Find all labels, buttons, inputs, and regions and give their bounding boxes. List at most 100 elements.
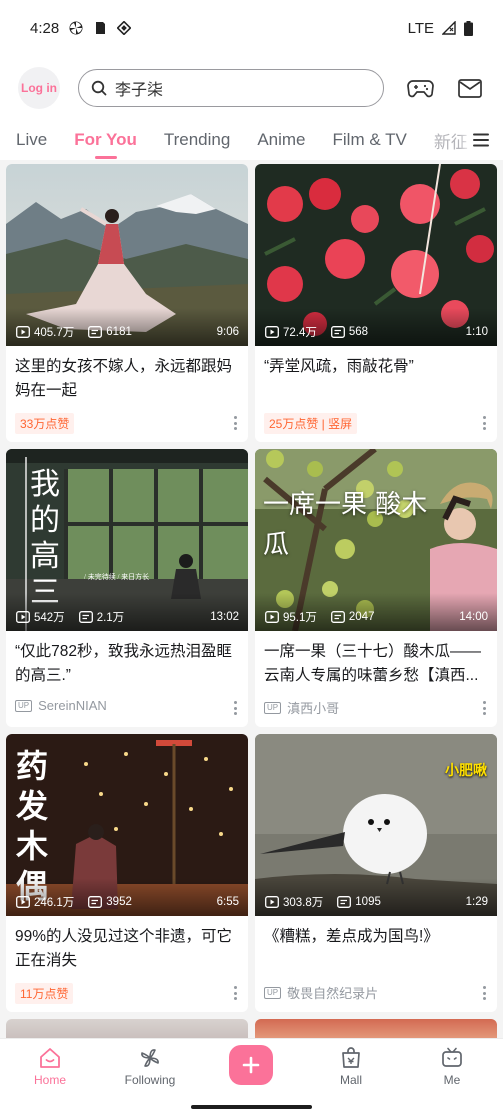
video-thumbnail[interactable]: 小肥啾 303.8万 1095 1:29	[255, 734, 497, 916]
play-count-icon	[265, 896, 279, 908]
nav-following[interactable]: Following	[115, 1047, 185, 1087]
video-title[interactable]: 一席一果（三十七）酸木瓜——云南人专属的味蕾乡愁【滇西...	[264, 640, 488, 688]
video-thumbnail[interactable]: 药发木偶 246.1万 3952 6:55	[6, 734, 248, 916]
video-stats: 405.7万 6181 9:06	[16, 324, 239, 340]
video-duration: 14:00	[459, 611, 488, 623]
search-input[interactable]: 李子柒	[78, 69, 384, 107]
comment-count: 2.1万	[96, 612, 125, 624]
nav-me[interactable]: Me	[417, 1047, 487, 1087]
video-duration: 9:06	[216, 326, 239, 338]
comment-count: 2047	[348, 611, 375, 623]
data-saver-icon	[117, 21, 132, 35]
video-thumbnail[interactable]: / 未完待续 / 来日方长 我的高三 542万 2.1万 13:02	[6, 449, 248, 631]
nav-mall[interactable]: Mall	[316, 1047, 386, 1087]
video-card[interactable]: 药发木偶 246.1万 3952 6:55 99%的人没见过这个非遗，可它正在消…	[6, 734, 248, 1012]
sd-card-icon	[96, 22, 106, 34]
comment-count: 3952	[106, 896, 132, 908]
thumbnail-overlay-text: 小肥啾	[445, 762, 487, 778]
video-duration: 6:55	[216, 896, 239, 908]
status-bar: 4:28 LTE	[0, 0, 503, 56]
video-duration: 1:29	[465, 896, 488, 908]
video-card-peek[interactable]	[6, 1019, 248, 1039]
danmaku-icon	[337, 896, 352, 908]
tab-for-you[interactable]: For You	[74, 130, 137, 150]
likes-badge: 33万点赞	[15, 413, 75, 434]
danmaku-icon	[88, 326, 103, 338]
danmaku-icon	[330, 326, 345, 338]
more-options-button[interactable]	[234, 701, 238, 715]
view-count: 246.1万	[34, 897, 75, 909]
tab-film-tv[interactable]: Film & TV	[333, 130, 407, 150]
gesture-bar[interactable]	[191, 1105, 312, 1109]
up-tag: UP	[264, 701, 282, 714]
more-options-button[interactable]	[234, 416, 238, 430]
video-card[interactable]: 405.7万 6181 9:06 这里的女孩不嫁人，永远都跟妈妈在一起 33万点…	[6, 164, 248, 442]
comment-count: 1095	[355, 896, 381, 908]
search-icon	[91, 80, 107, 96]
video-stats: 246.1万 3952 6:55	[16, 894, 239, 910]
video-card[interactable]: 72.4万 568 1:10 “弄堂风疏，雨敲花骨” 25万点赞 | 竖屏	[255, 164, 497, 442]
plus-icon	[242, 1056, 260, 1074]
nav-me-label: Me	[443, 1073, 461, 1087]
channel-menu-button[interactable]	[459, 120, 503, 160]
video-duration: 13:02	[210, 611, 239, 623]
tab-live[interactable]: Live	[16, 130, 47, 150]
thumbnail-overlay-text: 一席一果 酸木瓜	[263, 490, 428, 560]
home-icon	[40, 1048, 60, 1068]
tab-anime[interactable]: Anime	[257, 130, 305, 150]
signal-icon	[442, 21, 456, 35]
view-count: 72.4万	[283, 327, 317, 339]
uploader-name: SereinNIAN	[38, 698, 107, 713]
nav-home-label: Home	[33, 1073, 66, 1087]
mail-icon	[458, 78, 482, 98]
search-query: 李子柒	[115, 82, 164, 99]
play-count-icon	[265, 326, 279, 338]
uploader-name: 滇西小哥	[287, 701, 340, 716]
pinwheel-icon	[69, 21, 83, 35]
play-count-icon	[265, 611, 279, 623]
thumbnail-overlay-text: 我的高三	[30, 467, 60, 610]
messages-button[interactable]	[456, 74, 484, 102]
play-count-icon	[16, 611, 30, 623]
video-thumbnail[interactable]: 一席一果 酸木瓜 95.1万 2047 14:00	[255, 449, 497, 631]
view-count: 405.7万	[34, 327, 75, 339]
video-card[interactable]: / 未完待续 / 来日方长 我的高三 542万 2.1万 13:02 “仅此78…	[6, 449, 248, 727]
video-duration: 1:10	[465, 326, 488, 338]
battery-icon	[464, 20, 473, 36]
view-count: 542万	[34, 612, 65, 624]
more-options-button[interactable]	[483, 986, 487, 1000]
video-title[interactable]: 99%的人没见过这个非遗，可它正在消失	[15, 925, 239, 973]
video-card[interactable]: 一席一果 酸木瓜 95.1万 2047 14:00 一席一果（三十七）酸木瓜——…	[255, 449, 497, 727]
video-stats: 542万 2.1万 13:02	[16, 609, 239, 625]
uploader[interactable]: UP 敬畏自然纪录片	[264, 983, 378, 1002]
video-title[interactable]: “弄堂风疏，雨敲花骨”	[264, 355, 488, 403]
game-center-button[interactable]	[406, 74, 434, 102]
nav-home[interactable]: Home	[15, 1047, 85, 1087]
more-options-button[interactable]	[234, 986, 238, 1000]
danmaku-icon	[88, 896, 103, 908]
video-stats: 303.8万 1095 1:29	[265, 894, 488, 910]
likes-badge: 25万点赞 | 竖屏	[264, 413, 358, 434]
video-thumbnail[interactable]: 72.4万 568 1:10	[255, 164, 497, 346]
video-card-peek[interactable]	[255, 1019, 497, 1039]
video-card[interactable]: 小肥啾 303.8万 1095 1:29 《糟糕，差点成为国鸟!》 UP 敬畏自然…	[255, 734, 497, 1012]
bottom-navigation: Home Following Mall Me	[0, 1038, 503, 1120]
uploader-name: 敬畏自然纪录片	[287, 986, 379, 1001]
video-title[interactable]: “仅此782秒，致我永远热泪盈眶的高三.”	[15, 640, 239, 688]
more-options-button[interactable]	[483, 416, 487, 430]
view-count: 303.8万	[283, 897, 324, 909]
nav-following-label: Following	[124, 1073, 176, 1087]
comment-count: 568	[348, 326, 369, 338]
uploader[interactable]: UP 滇西小哥	[264, 698, 339, 717]
uploader[interactable]: UP SereinNIAN	[15, 698, 107, 713]
up-tag: UP	[264, 986, 282, 999]
video-title[interactable]: 《糟糕，差点成为国鸟!》	[264, 925, 488, 973]
more-options-button[interactable]	[483, 701, 487, 715]
view-count: 95.1万	[283, 612, 317, 624]
login-button[interactable]: Log in	[18, 67, 60, 109]
tab-trending[interactable]: Trending	[164, 130, 230, 150]
video-thumbnail[interactable]: 405.7万 6181 9:06	[6, 164, 248, 346]
up-tag: UP	[15, 699, 33, 712]
create-post-button[interactable]	[229, 1045, 273, 1085]
video-title[interactable]: 这里的女孩不嫁人，永远都跟妈妈在一起	[15, 355, 239, 403]
